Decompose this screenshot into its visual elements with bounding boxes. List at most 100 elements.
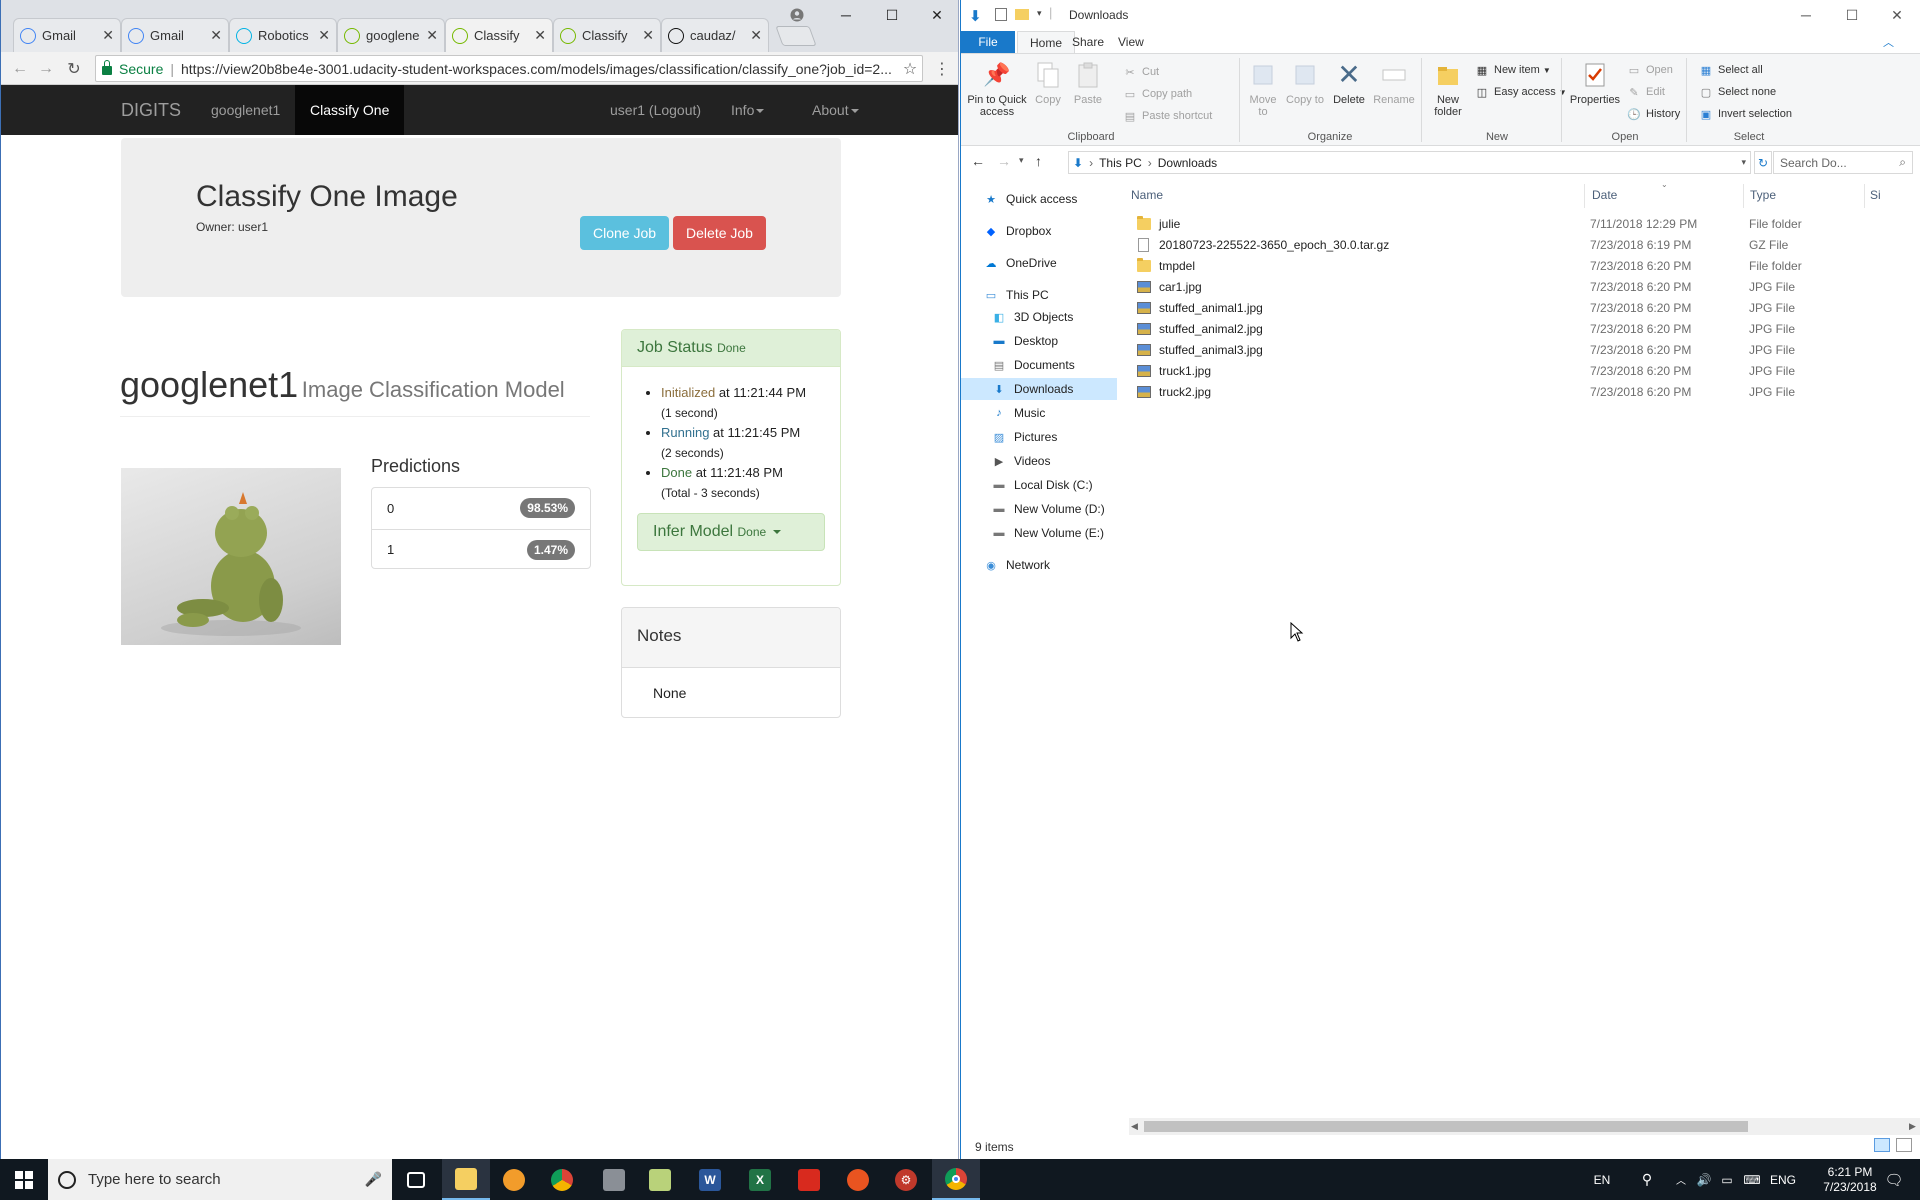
download-arrow-icon[interactable]: ⬇ [969,7,985,25]
edit-button[interactable]: ✎ Edit [1627,85,1665,99]
breadcrumb-this-pc[interactable]: This PC [1099,156,1142,170]
forward-arrow-icon[interactable]: → [997,153,1011,169]
nav-item-dropbox[interactable]: ◆ Dropbox [961,220,1117,242]
explorer-search-input[interactable]: Search Do... ⌕ [1773,151,1913,174]
profile-icon[interactable] [777,4,817,26]
nav-item-new-volume-e[interactable]: ▬ New Volume (E:) [961,522,1117,544]
secure-indicator[interactable]: Secure [102,60,163,77]
browser-tab[interactable]: Classify ✕ [445,18,553,52]
reload-icon[interactable]: ↻ [63,58,85,80]
tab-close-icon[interactable]: ✕ [210,27,222,44]
column-divider[interactable] [1743,184,1744,208]
browser-tab[interactable]: Robotics ✕ [229,18,337,52]
refresh-icon[interactable]: ↻ [1754,151,1772,174]
task-view-icon[interactable] [392,1159,440,1200]
easy-access-button[interactable]: ◫ Easy access ▼ [1475,85,1567,99]
word-taskbar-icon[interactable]: W [686,1159,734,1200]
select-none-button[interactable]: ▢ Select none [1699,85,1776,99]
network-tray-icon[interactable]: ▭ [1716,1159,1738,1200]
collapse-ribbon-icon[interactable]: ︿ [1883,34,1894,50]
file-explorer-taskbar-icon[interactable] [442,1159,490,1200]
nav-info[interactable]: Info [716,85,779,135]
file-row[interactable]: truck1.jpg 7/23/2018 6:20 PM JPG File [1129,361,1919,382]
file-row[interactable]: julie 7/11/2018 12:29 PM File folder [1129,214,1919,235]
back-arrow-icon[interactable]: ← [971,153,985,169]
cut-button[interactable]: ✂ Cut [1123,65,1159,79]
pin-quick-access-button[interactable]: 📌 Pin to Quick access [967,60,1027,119]
bookmark-star-icon[interactable]: ☆ [899,58,921,80]
tab-close-icon[interactable]: ✕ [102,27,114,44]
minimize-button[interactable]: ─ [823,0,869,30]
copy-button[interactable]: Copy [1031,60,1065,106]
column-name[interactable]: Name [1131,188,1163,202]
breadcrumb-downloads[interactable]: Downloads [1158,156,1217,170]
large-icons-view-icon[interactable] [1896,1138,1912,1152]
close-button[interactable]: ✕ [914,0,958,30]
ubuntu-taskbar-icon[interactable] [834,1159,882,1200]
open-button[interactable]: ▭ Open [1627,63,1673,77]
tab-close-icon[interactable]: ✕ [318,27,330,44]
invert-selection-button[interactable]: ▣ Invert selection [1699,107,1792,121]
address-dropdown-icon[interactable]: ▾ [1741,157,1746,168]
new-folder-button[interactable]: New folder [1427,60,1469,118]
show-hidden-icons[interactable]: ︿ [1672,1159,1690,1200]
copy-path-button[interactable]: ▭ Copy path [1123,87,1192,101]
nav-item-3d-objects[interactable]: ◧ 3D Objects [961,306,1117,328]
ribbon-tab-file[interactable]: File [961,31,1015,53]
column-type[interactable]: Type [1750,188,1776,202]
tab-close-icon[interactable]: ✕ [750,27,762,44]
select-all-button[interactable]: ▦ Select all [1699,63,1763,77]
infer-model-button[interactable]: Infer Model Done [637,513,825,551]
nav-item-music[interactable]: ♪ Music [961,402,1117,424]
column-date[interactable]: Date [1592,188,1617,202]
notepad-taskbar-icon[interactable] [636,1159,684,1200]
menu-dots-icon[interactable]: ⋮ [931,58,953,80]
forward-icon[interactable]: → [35,58,57,80]
folder-quick-icon[interactable] [1015,9,1029,20]
browser-tab[interactable]: Gmail ✕ [13,18,121,52]
volume-icon[interactable]: 🔊 [1694,1159,1714,1200]
nav-item-downloads[interactable]: ⬇ Downloads [961,378,1117,400]
column-size[interactable]: Si [1870,188,1881,202]
people-icon[interactable]: ⚲ [1635,1159,1659,1200]
ribbon-tab-view[interactable]: View [1106,31,1156,53]
file-row[interactable]: stuffed_animal1.jpg 7/23/2018 6:20 PM JPG … [1129,298,1919,319]
scroll-right-icon[interactable]: ▶ [1909,1121,1916,1132]
paste-button[interactable]: Paste [1071,60,1105,106]
move-to-button[interactable]: Move to [1244,60,1282,118]
nav-model-link[interactable]: googlenet1 [196,85,295,135]
address-bar[interactable]: Secure | https://view20b8be4e-3001.udaci… [95,55,923,82]
language-indicator[interactable]: EN [1589,1159,1615,1200]
tab-close-icon[interactable]: ✕ [642,27,654,44]
nav-about[interactable]: About [797,85,874,135]
copy-to-button[interactable]: Copy to [1286,60,1324,106]
input-language[interactable]: ENG [1770,1159,1796,1200]
nav-item-quick-access[interactable]: ★ Quick access [961,188,1117,210]
properties-button[interactable]: Properties [1565,60,1625,106]
settings-gear-taskbar-icon[interactable]: ⚙ [882,1159,930,1200]
tab-close-icon[interactable]: ✕ [534,27,546,44]
chrome-canary-taskbar-icon[interactable] [538,1159,586,1200]
nav-item-new-volume-d[interactable]: ▬ New Volume (D:) [961,498,1117,520]
file-row[interactable]: stuffed_animal3.jpg 7/23/2018 6:20 PM JPG … [1129,340,1919,361]
column-divider[interactable] [1864,184,1865,208]
explorer-close-button[interactable]: ✕ [1874,0,1920,30]
keyboard-icon[interactable]: ⌨ [1740,1159,1764,1200]
customize-toolbar-icon[interactable]: ▾ [1037,8,1042,19]
browser-tab[interactable]: Gmail ✕ [121,18,229,52]
history-button[interactable]: 🕒 History [1627,107,1680,121]
windows-start-icon[interactable] [0,1159,48,1200]
tab-close-icon[interactable]: ✕ [426,27,438,44]
scrollbar-thumb[interactable] [1144,1121,1748,1132]
paint-taskbar-icon[interactable] [490,1159,538,1200]
recent-locations-icon[interactable]: ▾ [1019,155,1024,166]
clone-job-button[interactable]: Clone Job [580,216,669,250]
new-tab-button[interactable] [775,26,817,46]
scroll-left-icon[interactable]: ◀ [1131,1121,1138,1132]
file-row[interactable]: car1.jpg 7/23/2018 6:20 PM JPG File [1129,277,1919,298]
paste-shortcut-button[interactable]: ▤ Paste shortcut [1123,109,1213,123]
rename-button[interactable]: Rename [1371,60,1417,106]
column-divider[interactable] [1584,184,1585,208]
microphone-icon[interactable]: 🎤 [365,1171,382,1188]
details-view-icon[interactable] [1874,1138,1890,1152]
